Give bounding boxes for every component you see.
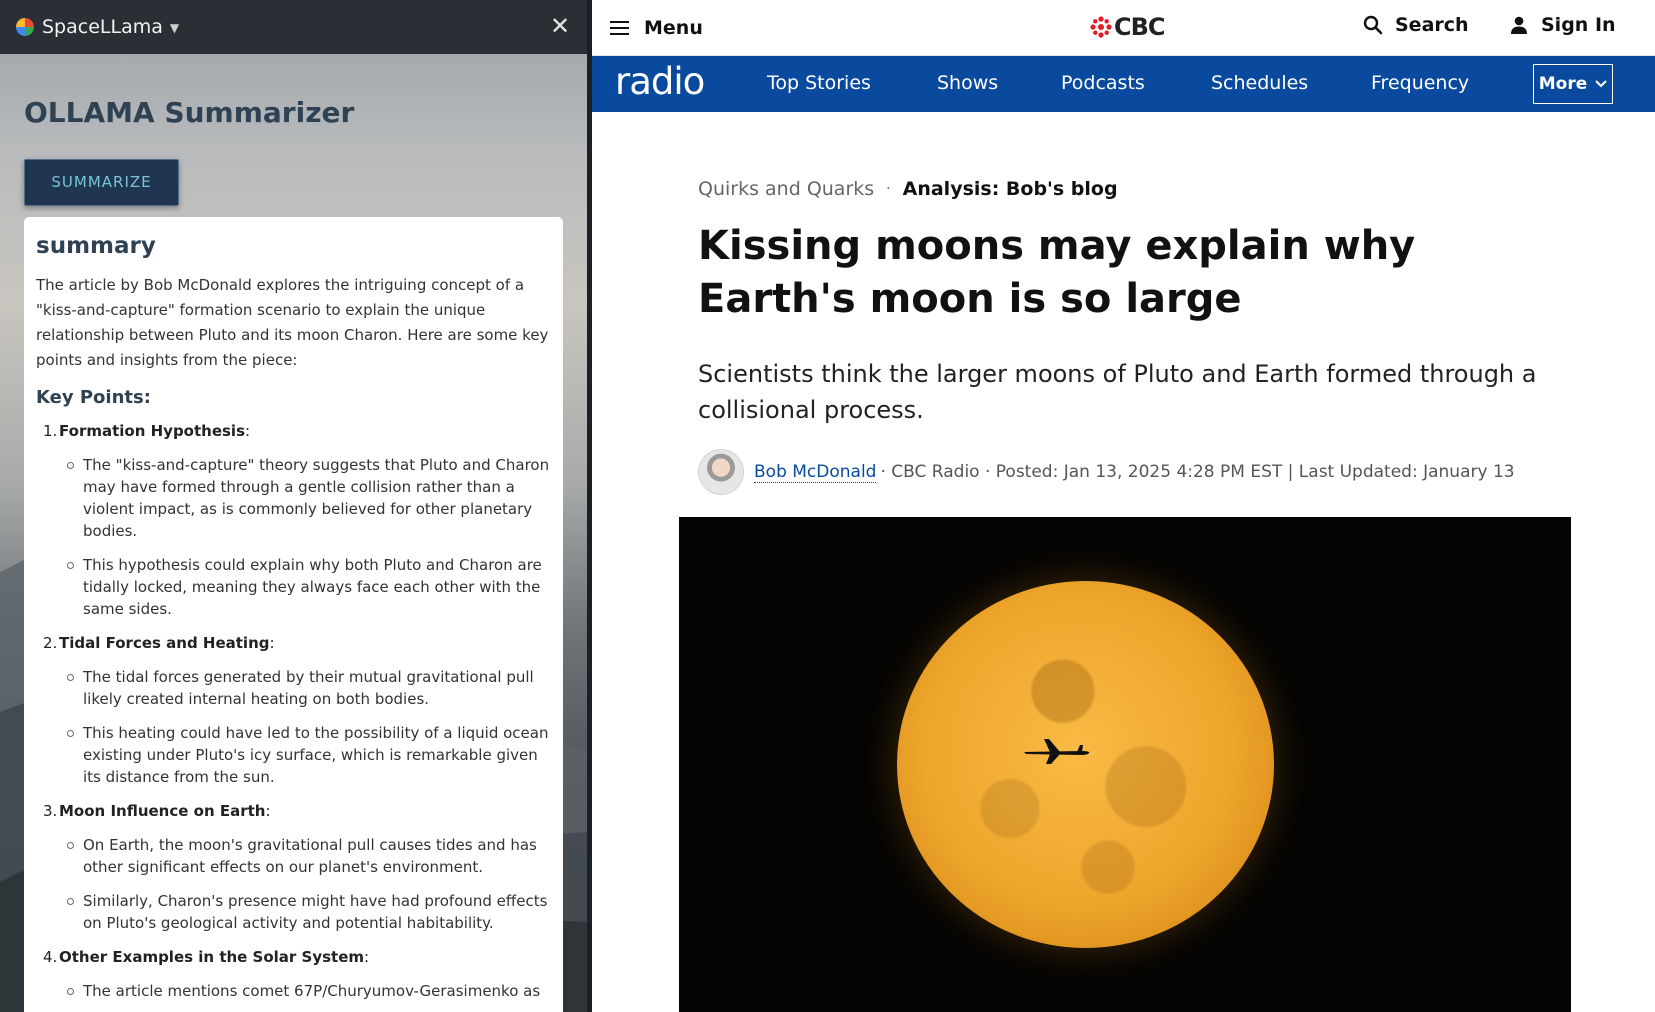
- airplane-silhouette-icon: [1024, 739, 1090, 764]
- key-points-heading: Key Points:: [36, 387, 151, 408]
- key-point-title: Tidal Forces and Heating: [59, 634, 270, 652]
- sign-in-label: Sign In: [1541, 14, 1616, 36]
- more-label: More: [1538, 74, 1588, 94]
- nav-shows[interactable]: Shows: [937, 72, 998, 94]
- key-point-item: 2. Tidal Forces and Heating: The tidal fo…: [36, 632, 551, 788]
- key-point-number: 1.: [43, 422, 58, 440]
- more-button[interactable]: More: [1533, 64, 1613, 104]
- hamburger-icon: [610, 21, 629, 35]
- cbc-topbar: Menu CBC Search Sign In: [592, 0, 1655, 56]
- author-link[interactable]: Bob McDonald: [754, 462, 877, 483]
- article-headline: Kissing moons may explain why Earth's mo…: [698, 223, 1416, 322]
- key-point-number: 4.: [43, 948, 58, 966]
- key-point-item: 1. Formation Hypothesis: The "kiss-and-ca…: [36, 420, 551, 620]
- spacellama-sidepanel: SpaceLLama ▼ ✕ OLLAMA Summarizer SUMMARI…: [0, 0, 587, 1012]
- person-icon: [1511, 16, 1527, 34]
- author-avatar[interactable]: [698, 449, 744, 495]
- article-dek: Scientists think the larger moons of Plu…: [698, 360, 1537, 424]
- summarizer-title: OLLAMA Summarizer: [24, 96, 355, 129]
- sign-in-button[interactable]: Sign In: [1509, 14, 1616, 36]
- cbc-logo[interactable]: CBC: [1090, 13, 1166, 41]
- key-points-list: 1. Formation Hypothesis: The "kiss-and-ca…: [36, 420, 551, 1002]
- blog-label[interactable]: Analysis: Bob's blog: [903, 178, 1118, 200]
- key-point-item: 3. Moon Influence on Earth: On Earth, the…: [36, 800, 551, 934]
- hero-image-moon[interactable]: [679, 517, 1571, 1012]
- breadcrumb-separator: ·: [886, 181, 891, 197]
- summary-heading: summary: [36, 233, 156, 259]
- show-link[interactable]: Quirks and Quarks: [698, 178, 874, 200]
- spacellama-logo-icon: [16, 18, 34, 36]
- summary-intro: The article by Bob McDonald explores the…: [36, 276, 549, 369]
- key-point-number: 2.: [43, 634, 58, 652]
- cbc-wordmark: CBC: [1114, 13, 1166, 41]
- chevron-down-icon: [1595, 80, 1607, 88]
- summarize-button[interactable]: SUMMARIZE: [24, 159, 179, 206]
- key-point-item: 4. Other Examples in the Solar System: Th…: [36, 946, 551, 1002]
- sidepanel-header: SpaceLLama ▼ ✕: [0, 0, 587, 54]
- screen: SpaceLLama ▼ ✕ OLLAMA Summarizer SUMMARI…: [0, 0, 1655, 1012]
- key-point-number: 3.: [43, 802, 58, 820]
- radio-logo[interactable]: radio: [615, 60, 705, 103]
- nav-schedules[interactable]: Schedules: [1211, 72, 1308, 94]
- article-breadcrumb: Quirks and Quarks · Analysis: Bob's blog: [698, 178, 1118, 200]
- bullet-item: This heating could have led to the possi…: [67, 722, 551, 788]
- nav-top-stories[interactable]: Top Stories: [767, 72, 871, 94]
- sidepanel-app-name[interactable]: SpaceLLama: [42, 16, 163, 38]
- search-icon: [1363, 15, 1383, 35]
- menu-label: Menu: [644, 17, 703, 39]
- key-point-title: Formation Hypothesis: [59, 422, 246, 440]
- key-point-title: Other Examples in the Solar System: [59, 948, 365, 966]
- radio-nav: radio Top Stories Shows Podcasts Schedul…: [592, 56, 1655, 112]
- chevron-down-icon[interactable]: ▼: [170, 21, 179, 35]
- bullet-item: The article mentions comet 67P/Churyumov…: [67, 980, 551, 1002]
- summary-card: summary The article by Bob McDonald expl…: [24, 217, 563, 1012]
- menu-button[interactable]: Menu: [610, 14, 703, 42]
- nav-podcasts[interactable]: Podcasts: [1061, 72, 1145, 94]
- search-button[interactable]: Search: [1362, 14, 1469, 36]
- article-byline: Bob McDonald · CBC Radio · Posted: Jan 1…: [698, 449, 1515, 495]
- cbc-gem-icon: [1090, 16, 1112, 38]
- close-icon[interactable]: ✕: [545, 11, 575, 41]
- cbc-page: Menu CBC Search Sign In radio Top Storie…: [592, 0, 1655, 1012]
- byline-meta: · CBC Radio · Posted: Jan 13, 2025 4:28 …: [880, 462, 1515, 482]
- bullet-item: Similarly, Charon's presence might have …: [67, 890, 551, 934]
- bullet-item: The tidal forces generated by their mutu…: [67, 666, 551, 710]
- key-point-title: Moon Influence on Earth: [59, 802, 266, 820]
- nav-frequency[interactable]: Frequency: [1371, 72, 1469, 94]
- bullet-item: The "kiss-and-capture" theory suggests t…: [67, 454, 551, 542]
- search-label: Search: [1395, 14, 1469, 36]
- bullet-item: This hypothesis could explain why both P…: [67, 554, 551, 620]
- bullet-item: On Earth, the moon's gravitational pull …: [67, 834, 551, 878]
